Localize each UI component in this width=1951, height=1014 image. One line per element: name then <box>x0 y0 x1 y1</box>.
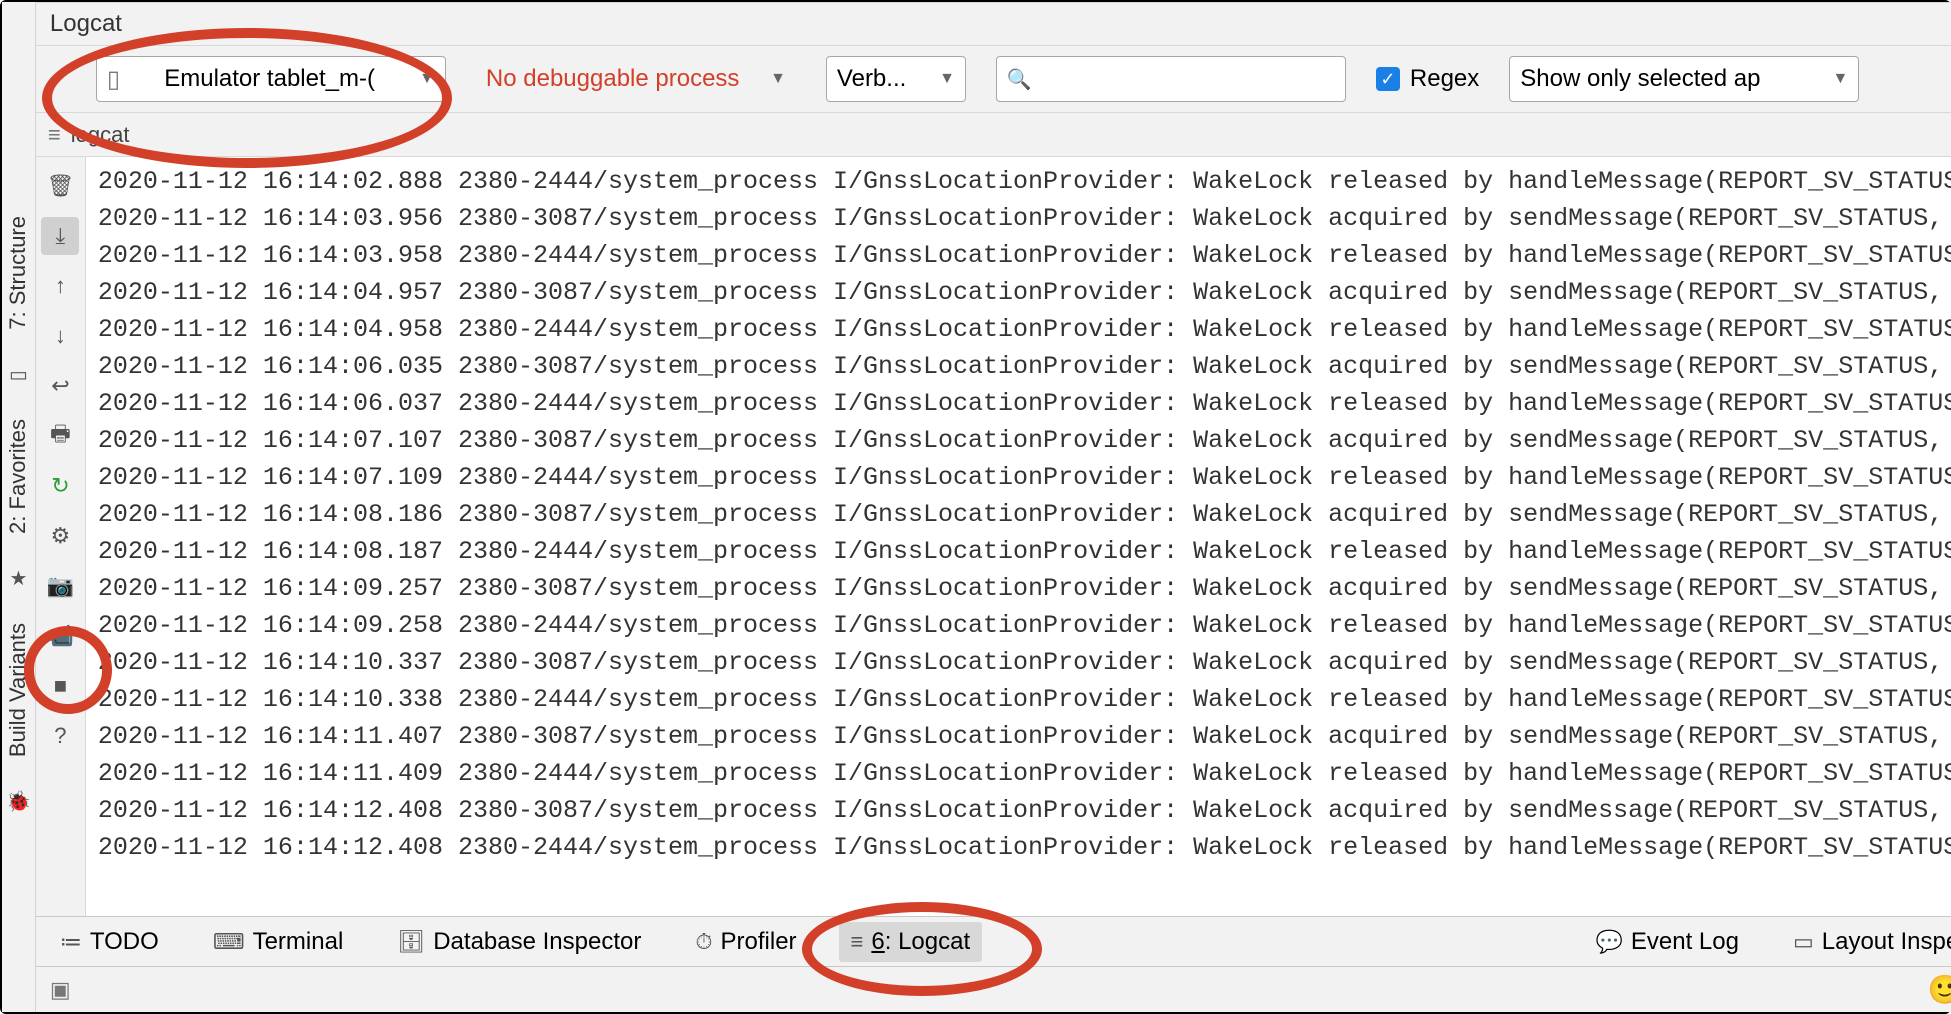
filter-mode-text: Show only selected ap <box>1520 65 1760 93</box>
tab-terminal-label: Terminal <box>253 928 344 956</box>
tab-eventlog-label: Event Log <box>1631 928 1739 956</box>
search-icon: 🔍 <box>1007 67 1032 92</box>
logcat-title: Logcat <box>50 10 122 38</box>
regex-label: Regex <box>1410 65 1479 93</box>
tab-layout-label: Layout Inspector <box>1822 928 1951 956</box>
tab-event-log[interactable]: 💬 Event Log <box>1583 922 1751 962</box>
terminal-icon: ⌨ <box>213 929 245 955</box>
log-line[interactable]: 2020-11-12 16:14:08.187 2380-2444/system… <box>98 533 1951 570</box>
up-button[interactable]: ↑ <box>41 267 79 305</box>
log-line[interactable]: 2020-11-12 16:14:07.109 2380-2444/system… <box>98 459 1951 496</box>
tab-database[interactable]: 🗄 Database Inspector <box>385 922 653 962</box>
tab-terminal[interactable]: ⌨ Terminal <box>201 922 355 962</box>
log-output[interactable]: 2020-11-12 16:14:02.888 2380-2444/system… <box>86 157 1951 916</box>
log-search-input[interactable]: 🔍 <box>996 56 1346 102</box>
logcat-main: 🗑 ⤓ ↑ ↓ ↩ 🖶 ↻ ⚙ 📷 📹 ■? 2020-11-12 16:14:02.888 238… <box>36 157 1951 916</box>
log-search-field[interactable] <box>1032 66 1335 92</box>
chevron-down-icon: ▼ <box>1832 70 1848 88</box>
log-line[interactable]: 2020-11-12 16:14:10.338 2380-2444/system… <box>98 681 1951 718</box>
log-line[interactable]: 2020-11-12 16:14:03.958 2380-2444/system… <box>98 237 1951 274</box>
scroll-end-button[interactable]: ⤓ <box>41 217 79 255</box>
log-line[interactable]: 2020-11-12 16:14:09.258 2380-2444/system… <box>98 607 1951 644</box>
log-level-selector[interactable]: Verb... ▼ <box>826 56 966 102</box>
tab-logcat-label: 6: Logcat <box>871 928 970 956</box>
settings-button[interactable]: ⚙ <box>41 517 79 555</box>
tab-logcat[interactable]: ≡ 6: Logcat <box>839 922 983 962</box>
tab-todo-label: TODO <box>90 928 159 956</box>
down-button[interactable]: ↓ <box>41 317 79 355</box>
log-line[interactable]: 2020-11-12 16:14:03.956 2380-3087/system… <box>98 200 1951 237</box>
logcat-subheader: ≡ logcat ▥ <box>36 113 1951 157</box>
chevron-down-icon: ▼ <box>419 70 435 88</box>
tool-build-variants[interactable]: Build Variants <box>3 619 33 761</box>
smile-icon[interactable]: 🙂 <box>1927 973 1951 1006</box>
stop-button[interactable]: ■ <box>41 667 79 705</box>
checkbox-icon: ✓ <box>1376 67 1400 91</box>
restart-button[interactable]: ↻ <box>41 467 79 505</box>
center-pane: Logcat ⚙ — ▯ Emulator tablet_m-( ▼ No de… <box>36 2 1951 1012</box>
log-line[interactable]: 2020-11-12 16:14:08.186 2380-3087/system… <box>98 496 1951 533</box>
device-selector-text: Emulator tablet_m-( <box>164 65 375 93</box>
todo-icon: ≔ <box>60 929 82 955</box>
structure-icon: ▭ <box>5 358 32 391</box>
logcat-action-strip: 🗑 ⤓ ↑ ↓ ↩ 🖶 ↻ ⚙ 📷 📹 ■? <box>36 157 86 916</box>
log-line[interactable]: 2020-11-12 16:14:09.257 2380-3087/system… <box>98 570 1951 607</box>
status-bar: ▣ 🙂 ☹️ <box>36 966 1951 1012</box>
log-line[interactable]: 2020-11-12 16:14:06.035 2380-3087/system… <box>98 348 1951 385</box>
process-selector-text: No debuggable process <box>486 65 740 93</box>
print-button[interactable]: 🖶 <box>41 417 79 455</box>
screenshot-button[interactable]: 📷 <box>41 567 79 605</box>
filter-icon: ≡ <box>48 122 61 148</box>
clear-button[interactable]: 🗑 <box>41 167 79 205</box>
logcat-filter-row: ▯ Emulator tablet_m-( ▼ No debuggable pr… <box>36 46 1951 113</box>
log-line[interactable]: 2020-11-12 16:14:11.407 2380-3087/system… <box>98 718 1951 755</box>
logcat-tab-label[interactable]: logcat <box>71 122 130 148</box>
regex-checkbox[interactable]: ✓ Regex <box>1376 65 1479 93</box>
profiler-icon: ⏱ <box>695 929 712 955</box>
tab-todo[interactable]: ≔ TODO <box>48 922 171 962</box>
chevron-down-icon: ▼ <box>939 70 955 88</box>
filter-mode-selector[interactable]: Show only selected ap ▼ <box>1509 56 1859 102</box>
log-line[interactable]: 2020-11-12 16:14:04.958 2380-2444/system… <box>98 311 1951 348</box>
log-line[interactable]: 2020-11-12 16:14:02.888 2380-2444/system… <box>98 163 1951 200</box>
record-button[interactable]: 📹 <box>41 617 79 655</box>
log-line[interactable]: 2020-11-12 16:14:12.408 2380-2444/system… <box>98 829 1951 866</box>
log-line[interactable]: 2020-11-12 16:14:04.957 2380-3087/system… <box>98 274 1951 311</box>
status-left-icon[interactable]: ▣ <box>50 977 71 1003</box>
layout-inspector-icon: ▭ <box>1793 929 1814 955</box>
log-line[interactable]: 2020-11-12 16:14:10.337 2380-3087/system… <box>98 644 1951 681</box>
favorites-icon: ★ <box>5 562 31 595</box>
tab-profiler-label: Profiler <box>721 928 797 956</box>
chevron-down-icon: ▼ <box>770 70 786 88</box>
help-button[interactable]: ? <box>41 717 79 755</box>
tab-profiler[interactable]: ⏱ Profiler <box>683 922 808 962</box>
logcat-icon: ≡ <box>851 929 864 955</box>
wrap-button[interactable]: ↩ <box>41 367 79 405</box>
bottom-tool-tabs: ≔ TODO ⌨ Terminal 🗄 Database Inspector ⏱… <box>36 916 1951 966</box>
build-variants-icon: 🐞 <box>2 785 35 818</box>
device-selector[interactable]: ▯ Emulator tablet_m-( ▼ <box>96 56 446 102</box>
left-tool-rail: 7: Structure ▭ 2: Favorites ★ Build Vari… <box>2 2 36 1012</box>
tab-layout-inspector[interactable]: ▭ Layout Inspector <box>1781 922 1951 962</box>
log-line[interactable]: 2020-11-12 16:14:12.408 2380-3087/system… <box>98 792 1951 829</box>
tool-favorites[interactable]: 2: Favorites <box>3 415 33 538</box>
database-icon: 🗄 <box>397 929 425 955</box>
log-line[interactable]: 2020-11-12 16:14:11.409 2380-2444/system… <box>98 755 1951 792</box>
logcat-panel-header: Logcat ⚙ — <box>36 2 1951 46</box>
tool-structure[interactable]: 7: Structure <box>3 212 33 334</box>
tab-database-label: Database Inspector <box>433 928 641 956</box>
eventlog-icon: 💬 <box>1595 929 1622 955</box>
log-line[interactable]: 2020-11-12 16:14:07.107 2380-3087/system… <box>98 422 1951 459</box>
log-level-text: Verb... <box>837 65 906 93</box>
log-line[interactable]: 2020-11-12 16:14:06.037 2380-2444/system… <box>98 385 1951 422</box>
device-icon: ▯ <box>107 65 120 94</box>
process-selector[interactable]: No debuggable process ▼ <box>476 56 796 102</box>
